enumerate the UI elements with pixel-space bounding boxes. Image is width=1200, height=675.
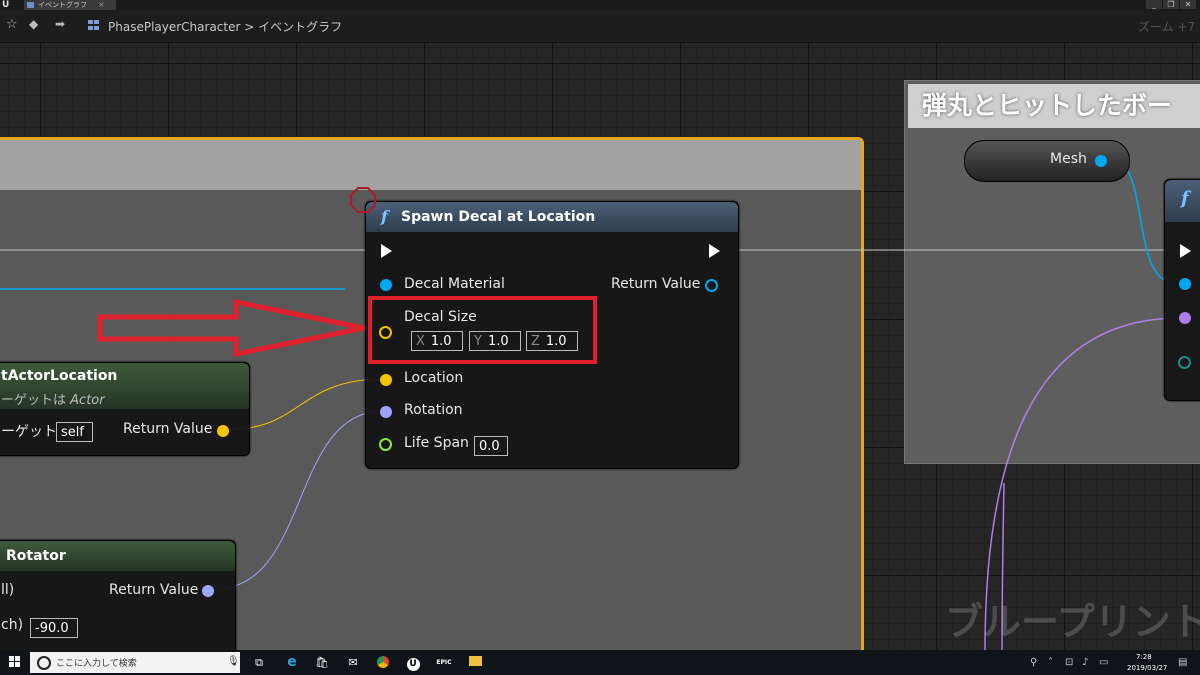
title-bar xyxy=(0,0,1200,10)
purple-pin[interactable] xyxy=(1179,312,1191,324)
exec-in-pin[interactable] xyxy=(1180,244,1191,258)
task-view-icon[interactable]: ⧉ xyxy=(251,655,267,670)
unreal-logo-icon: U xyxy=(2,0,10,10)
location-pin[interactable] xyxy=(380,374,392,386)
red-arrow-icon xyxy=(97,298,365,358)
blueprint-graph-icon xyxy=(88,20,100,31)
life-span-label: Life Span xyxy=(404,435,469,451)
highlight-box xyxy=(368,296,597,364)
clock-date[interactable]: 2019/03/27 xyxy=(1127,664,1167,672)
pitch-label: ch) xyxy=(1,617,24,633)
breadcrumb[interactable]: PhasePlayerCharacter > イベントグラフ xyxy=(108,18,342,35)
windows-start-icon[interactable] xyxy=(9,656,21,668)
pitch-field[interactable]: -90.0 xyxy=(30,618,78,638)
mesh-output-pin[interactable] xyxy=(1095,155,1107,167)
cortana-circle-icon xyxy=(37,656,51,670)
close-window-button[interactable]: ✕ xyxy=(1180,0,1196,9)
reroute-circle xyxy=(350,187,376,213)
return-value-label: Return Value xyxy=(611,276,701,292)
rotation-pin[interactable] xyxy=(380,406,392,418)
unreal-editor-icon[interactable]: U xyxy=(405,655,421,671)
epic-launcher-icon[interactable]: EPIC xyxy=(436,655,452,670)
store-icon[interactable]: 🛍 xyxy=(314,655,330,670)
maximize-button[interactable]: ❐ xyxy=(1163,0,1179,9)
notification-icon[interactable]: ▤ xyxy=(1178,657,1187,668)
return-value-pin[interactable] xyxy=(217,425,229,437)
location-label: Location xyxy=(404,370,464,386)
blueprint-graph-canvas[interactable]: 弾丸とヒットしたボー f Spawn Decal at Location Dec… xyxy=(0,43,1200,650)
decal-material-pin[interactable] xyxy=(380,279,392,291)
exec-in-pin[interactable] xyxy=(381,244,392,258)
return-value-pin[interactable] xyxy=(705,279,718,292)
function-icon: f xyxy=(1181,188,1189,209)
node-title: Spawn Decal at Location xyxy=(401,209,596,225)
decal-material-label: Decal Material xyxy=(404,276,505,292)
chrome-icon[interactable] xyxy=(375,655,391,670)
volume-icon[interactable]: ♪ xyxy=(1082,657,1088,668)
return-value-label: Return Value xyxy=(123,421,213,437)
target-label: ーゲット xyxy=(1,424,57,440)
minimize-button[interactable]: _ xyxy=(1146,0,1162,9)
target-pin[interactable] xyxy=(1179,278,1191,290)
get-actor-location-node[interactable]: tActorLocation ーゲットは Actor ーゲット self Ret… xyxy=(0,362,250,456)
node-title: tActorLocation xyxy=(1,368,118,384)
clock-time[interactable]: 7:28 xyxy=(1136,653,1152,661)
function-icon: f xyxy=(381,207,388,226)
message-icon[interactable]: ▭ xyxy=(1099,657,1108,668)
right-function-node[interactable]: f xyxy=(1164,179,1200,401)
tab-close-icon[interactable]: × xyxy=(98,0,105,10)
exec-out-pin[interactable] xyxy=(709,244,720,258)
blueprint-watermark: ブループリント xyxy=(945,600,1200,644)
location-wire xyxy=(231,378,384,430)
edge-icon[interactable]: e xyxy=(284,655,300,670)
mail-icon[interactable]: ✉ xyxy=(345,655,361,670)
favorite-star-icon[interactable]: ☆ xyxy=(6,17,18,32)
forward-arrow-icon[interactable]: ➡ xyxy=(55,17,65,31)
back-arrow-icon[interactable]: ◆ xyxy=(29,17,38,31)
zoom-level: ズーム +7 xyxy=(1138,20,1196,34)
life-span-field[interactable]: 0.0 xyxy=(474,436,508,456)
network-icon[interactable]: ⊡ xyxy=(1065,657,1073,668)
chevron-up-icon[interactable]: ˄ xyxy=(1048,657,1053,668)
node-title: Rotator xyxy=(6,548,66,564)
teal-pin[interactable] xyxy=(1178,356,1191,369)
node-header: f xyxy=(1165,180,1200,222)
graph-tab-icon xyxy=(27,2,34,8)
node-header: tActorLocation ーゲットは Actor xyxy=(0,363,249,409)
return-value-pin[interactable] xyxy=(202,585,214,597)
file-explorer-icon[interactable] xyxy=(467,655,483,670)
make-rotator-node[interactable]: Rotator ll) Return Value ch) -90.0 xyxy=(0,540,236,650)
life-span-pin[interactable] xyxy=(379,438,392,451)
node-header: Rotator xyxy=(0,541,235,571)
target-field[interactable]: self xyxy=(56,422,93,442)
roll-label: ll) xyxy=(1,582,15,598)
tab-label: イベントグラフ xyxy=(38,1,87,9)
mesh-variable-node[interactable]: Mesh xyxy=(964,140,1130,182)
people-icon[interactable]: ⚲ xyxy=(1030,657,1037,668)
search-placeholder: ここに入力して検索 xyxy=(56,659,137,669)
rotation-label: Rotation xyxy=(404,402,463,418)
node-header: f Spawn Decal at Location xyxy=(366,202,738,232)
return-value-label: Return Value xyxy=(109,582,199,598)
node-subtitle: ーゲットは Actor xyxy=(1,393,105,408)
microphone-icon[interactable]: 🎙 xyxy=(227,656,240,667)
mesh-label: Mesh xyxy=(1050,151,1087,167)
